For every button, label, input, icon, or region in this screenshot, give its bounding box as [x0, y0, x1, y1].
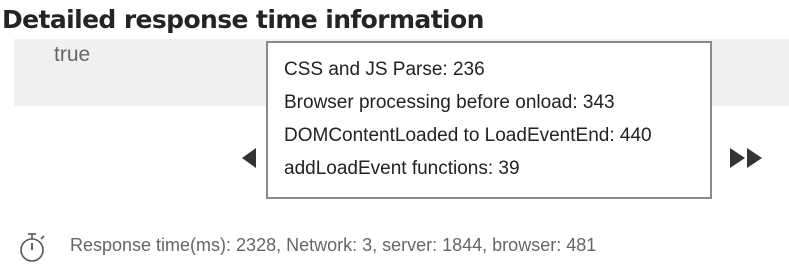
timing-tooltip: CSS and JS Parse: 236 Browser processing…: [266, 41, 712, 199]
response-time-panel: true CSS and JS Parse: 236 Browser proce…: [14, 39, 789, 277]
response-time-widget: Detailed response time information true …: [0, 0, 789, 277]
response-summary-row: Response time(ms): 2328, Network: 3, ser…: [14, 211, 789, 277]
page-title: Detailed response time information: [2, 5, 484, 34]
tooltip-line-addloadevent: addLoadEvent functions: 39: [284, 158, 520, 179]
next-double-arrow-icon[interactable]: [730, 147, 770, 169]
previous-arrow-icon[interactable]: [242, 148, 256, 168]
response-summary-text: Response time(ms): 2328, Network: 3, ser…: [70, 235, 597, 255]
stopwatch-icon: [20, 233, 45, 262]
tooltip-line-domcontentloaded: DOMContentLoaded to LoadEventEnd: 440: [284, 125, 652, 146]
tooltip-line-browser-processing: Browser processing before onload: 343: [284, 92, 615, 113]
tooltip-line-css-js-parse: CSS and JS Parse: 236: [284, 59, 485, 80]
value-text: true: [54, 43, 91, 66]
